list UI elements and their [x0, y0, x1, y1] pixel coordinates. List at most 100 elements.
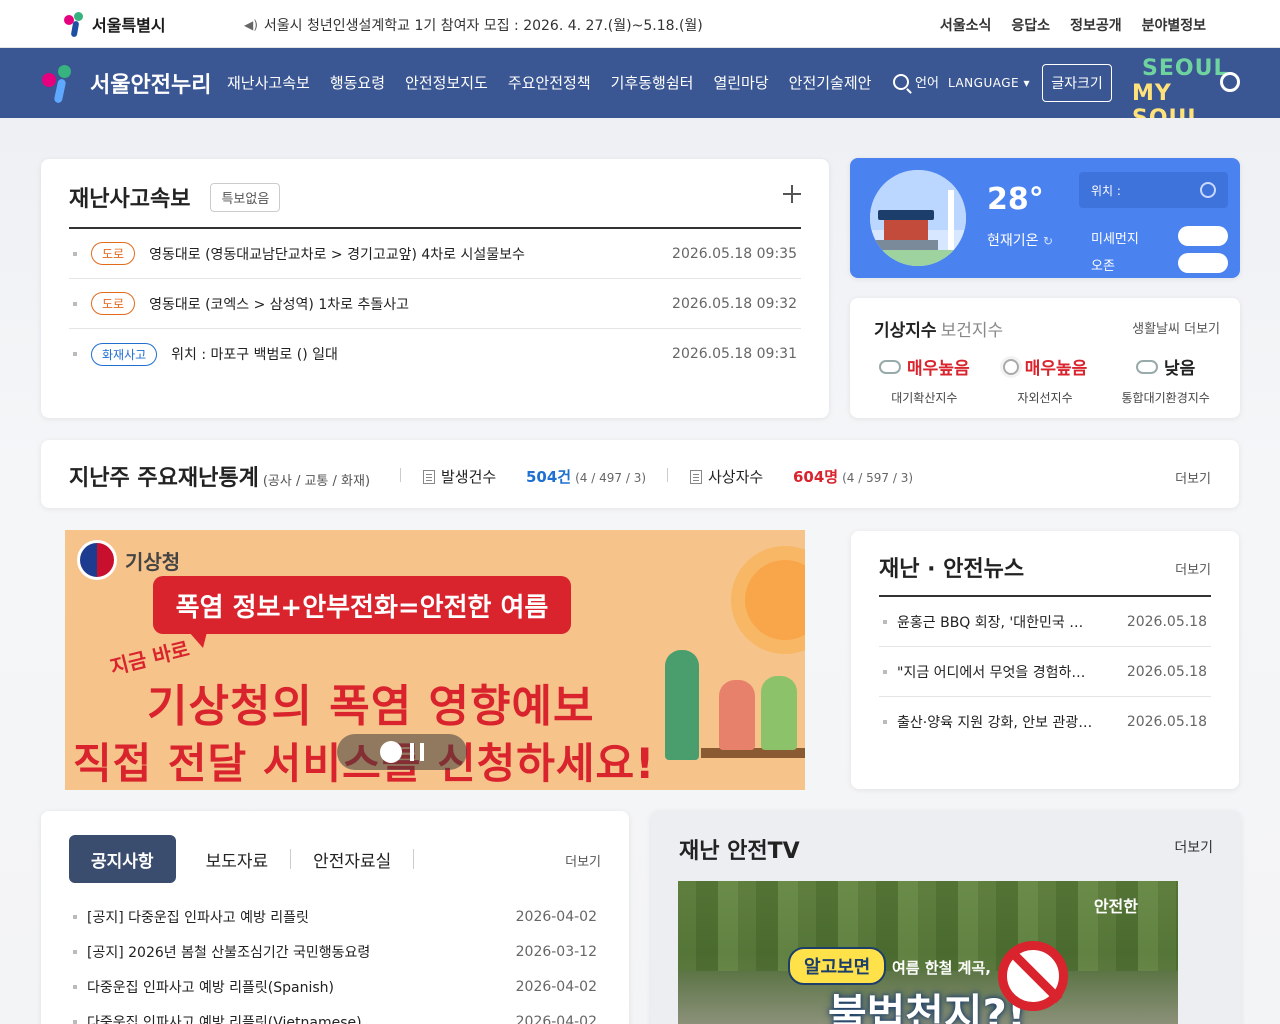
disaster-tag: 도로 — [91, 242, 136, 265]
thumb-subtitle: 여름 한철 계곡, — [892, 959, 991, 977]
notice-item[interactable]: 다중운집 인파사고 예방 리플릿(Spanish) 2026-04-02 — [69, 969, 601, 1004]
notice-date: 2026-04-02 — [515, 1013, 597, 1024]
tab-notices[interactable]: 공지사항 — [69, 835, 176, 883]
tab-safety-archive[interactable]: 안전자료실 — [291, 835, 413, 883]
news-item[interactable]: 윤홍근 BBQ 회장, '대한민국 … 2026.05.18 — [879, 597, 1211, 647]
banner-headline-1: 기상청의 폭염 영향예보 — [147, 681, 595, 732]
stats-more-link[interactable]: 더보기 — [1175, 468, 1211, 487]
safety-tv-card: 재난 안전TV 더보기 안전한 알고보면 여름 한철 계곡, 불법천지?! — [651, 811, 1241, 1024]
divider — [400, 468, 401, 482]
top-link-info-open[interactable]: 정보공개 — [1070, 15, 1122, 35]
notice-tabs: 공지사항 보도자료 안전자료실 — [69, 835, 415, 883]
notice-date: 2026-04-02 — [515, 978, 597, 995]
menu-item-safety-policy[interactable]: 주요안전정책 — [508, 72, 591, 93]
news-more-link[interactable]: 더보기 — [1175, 559, 1211, 578]
location-search[interactable]: 위치 : — [1079, 172, 1228, 208]
index-subtitle[interactable]: 보건지수 — [941, 321, 1004, 341]
notice-text: 다중운집 인파사고 예방 리플릿(Spanish) — [87, 979, 334, 996]
document-icon — [690, 469, 702, 484]
slide-indicator[interactable] — [380, 741, 402, 763]
top-link-seoul-news[interactable]: 서울소식 — [940, 15, 992, 35]
news-title: 재난 · 안전뉴스 — [879, 557, 1025, 582]
language-select[interactable]: LANGUAGE ▾ — [948, 76, 1030, 90]
casualty-label-text: 사상자수 — [708, 468, 764, 486]
bullet — [73, 1019, 77, 1024]
bullet — [73, 301, 77, 306]
index-item: 매우높음 자외선지수 — [985, 354, 1106, 406]
speaker-icon: ◀) — [244, 18, 258, 32]
stats-title: 지난주 주요재난통계 (공사 / 교통 / 화재) — [69, 460, 370, 492]
news-text: "지금 어디에서 무엇을 경험하… — [897, 664, 1086, 681]
tab-press-releases[interactable]: 보도자료 — [184, 835, 291, 883]
fine-dust-value — [1178, 226, 1228, 246]
disaster-text: 영동대로 (코엑스 > 삼성역) 1차로 추돌사고 — [149, 296, 409, 313]
index-value: 낮음 — [1164, 359, 1196, 379]
weather-index-card: 기상지수 보건지수 생활날씨 더보기 매우높음 대기확산지수 매우높음 자외선지수… — [850, 298, 1240, 418]
disaster-list: 도로 영동대로 (영동대교남단교차로 > 경기고교앞) 4차로 시설물보수 20… — [69, 229, 801, 379]
site-brand[interactable]: 서울안전누리 — [40, 63, 211, 104]
news-list: 윤홍근 BBQ 회장, '대한민국 … 2026.05.18 "지금 어디에서 무… — [879, 597, 1211, 747]
disaster-item[interactable]: 화재사고 위치 : 마포구 백범로 () 일대 2026.05.18 09:31 — [69, 329, 801, 379]
kma-name: 기상청 — [125, 549, 181, 574]
stats-title-text: 지난주 주요재난통계 — [69, 466, 259, 491]
news-item[interactable]: "지금 어디에서 무엇을 경험하… 2026.05.18 — [879, 647, 1211, 697]
prohibited-icon — [998, 941, 1068, 1011]
index-label: 통합대기환경지수 — [1121, 391, 1210, 405]
pause-icon[interactable] — [410, 743, 424, 761]
disaster-item[interactable]: 도로 영동대로 (영동대교남단교차로 > 경기고교앞) 4차로 시설물보수 20… — [69, 229, 801, 279]
video-thumbnail[interactable]: 안전한 알고보면 여름 한철 계곡, 불법천지?! — [678, 881, 1178, 1024]
index-header: 기상지수 보건지수 — [874, 316, 1003, 341]
banner-bubble: 폭염 정보+안부전화=안전한 여름 — [153, 576, 571, 648]
casualty-detail: (4 / 597 / 3) — [842, 471, 914, 485]
seoul-city-logo[interactable]: 서울특별시 — [62, 10, 166, 38]
notice-item[interactable]: [공지] 2026년 봄철 산불조심기간 국민행동요령 2026-03-12 — [69, 934, 601, 969]
weather-card: 28° 현재기온 ↻ 위치 : 미세먼지 오존 — [850, 158, 1240, 278]
bullet — [883, 619, 887, 624]
index-values: 매우높음 대기확산지수 매우높음 자외선지수 낮음 통합대기환경지수 — [864, 354, 1226, 406]
disaster-item[interactable]: 도로 영동대로 (코엑스 > 삼성역) 1차로 추돌사고 2026.05.18 … — [69, 279, 801, 329]
menu-item-disaster-news[interactable]: 재난사고속보 — [227, 72, 310, 93]
banner-controls — [337, 734, 467, 770]
notice-board-card: 공지사항 보도자료 안전자료실 더보기 [공지] 다중운집 인파사고 예방 리플… — [41, 811, 629, 1024]
menu-item-open-forum[interactable]: 열린마당 — [713, 72, 768, 93]
notice-date: 2026-03-12 — [515, 943, 597, 960]
disaster-text: 위치 : 마포구 백범로 () 일대 — [171, 347, 338, 363]
notices-more-link[interactable]: 더보기 — [565, 851, 601, 870]
safety-news-card: 재난 · 안전뉴스 더보기 윤홍근 BBQ 회장, '대한민국 … 2026.05… — [851, 531, 1239, 789]
main-nav: 서울안전누리 재난사고속보 행동요령 안전정보지도 주요안전정책 기후동행쉼터 … — [0, 48, 1280, 131]
menu-item-climate-shelter[interactable]: 기후동행쉼터 — [611, 72, 694, 93]
notice-text: [공지] 다중운집 인파사고 예방 리플릿 — [87, 909, 309, 926]
refresh-icon[interactable]: ↻ — [1043, 234, 1053, 248]
news-text: 출산·양육 지원 강화, 안보 관광… — [897, 715, 1093, 731]
occurrence-count: 504건 (4 / 497 / 3) — [526, 466, 646, 487]
disaster-tag: 화재사고 — [91, 342, 158, 366]
index-item: 낮음 통합대기환경지수 — [1105, 354, 1226, 406]
menu-item-safety-map[interactable]: 안전정보지도 — [405, 72, 488, 93]
current-temp-label: 현재기온 ↻ — [987, 230, 1053, 250]
top-link-field-info[interactable]: 분야별정보 — [1142, 15, 1206, 35]
gwanghwamun-weather-illustration — [870, 170, 966, 266]
font-size-button[interactable]: 글자크기 — [1042, 64, 1112, 102]
notice-item[interactable]: [공지] 다중운집 인파사고 예방 리플릿 2026-04-02 — [69, 899, 601, 934]
stats-title-note: (공사 / 교통 / 화재) — [262, 474, 371, 489]
disaster-text: 영동대로 (영동대교남단교차로 > 경기고교앞) 4차로 시설물보수 — [149, 246, 525, 263]
top-notice[interactable]: ◀) 서울시 청년인생설계학교 1기 참여자 모집 : 2026. 4. 27.… — [244, 15, 703, 35]
news-item[interactable]: 출산·양육 지원 강화, 안보 관광… 2026.05.18 — [879, 697, 1211, 747]
plus-icon[interactable] — [783, 185, 801, 203]
living-weather-more-link[interactable]: 생활날씨 더보기 — [1132, 318, 1220, 337]
notice-item[interactable]: 다중운집 인파사고 예방 리플릿(Vietnamese) 2026-04-02 — [69, 1004, 601, 1024]
heatwave-banner[interactable]: 기상청 폭염 정보+안부전화=안전한 여름 지금 바로 기상청의 폭염 영향예보… — [65, 530, 805, 790]
location-label: 위치 : — [1091, 184, 1121, 198]
index-title[interactable]: 기상지수 — [874, 321, 937, 341]
thumb-headline: 불법천지?! — [828, 990, 1027, 1024]
search-button[interactable]: 언어 — [893, 72, 939, 91]
gear-icon[interactable] — [1220, 72, 1240, 92]
top-link-response[interactable]: 응답소 — [1011, 15, 1050, 35]
menu-item-action-guide[interactable]: 행동요령 — [330, 72, 385, 93]
tv-more-link[interactable]: 더보기 — [1174, 837, 1213, 857]
taegeuk-icon — [77, 540, 117, 580]
seoul-my-soul-logo[interactable]: SEOUL MY SOUL — [1132, 56, 1227, 131]
people-illustration — [645, 640, 805, 790]
menu-item-tech-proposal[interactable]: 안전기술제안 — [789, 72, 872, 93]
occurrence-label: 발생건수 — [423, 466, 496, 487]
